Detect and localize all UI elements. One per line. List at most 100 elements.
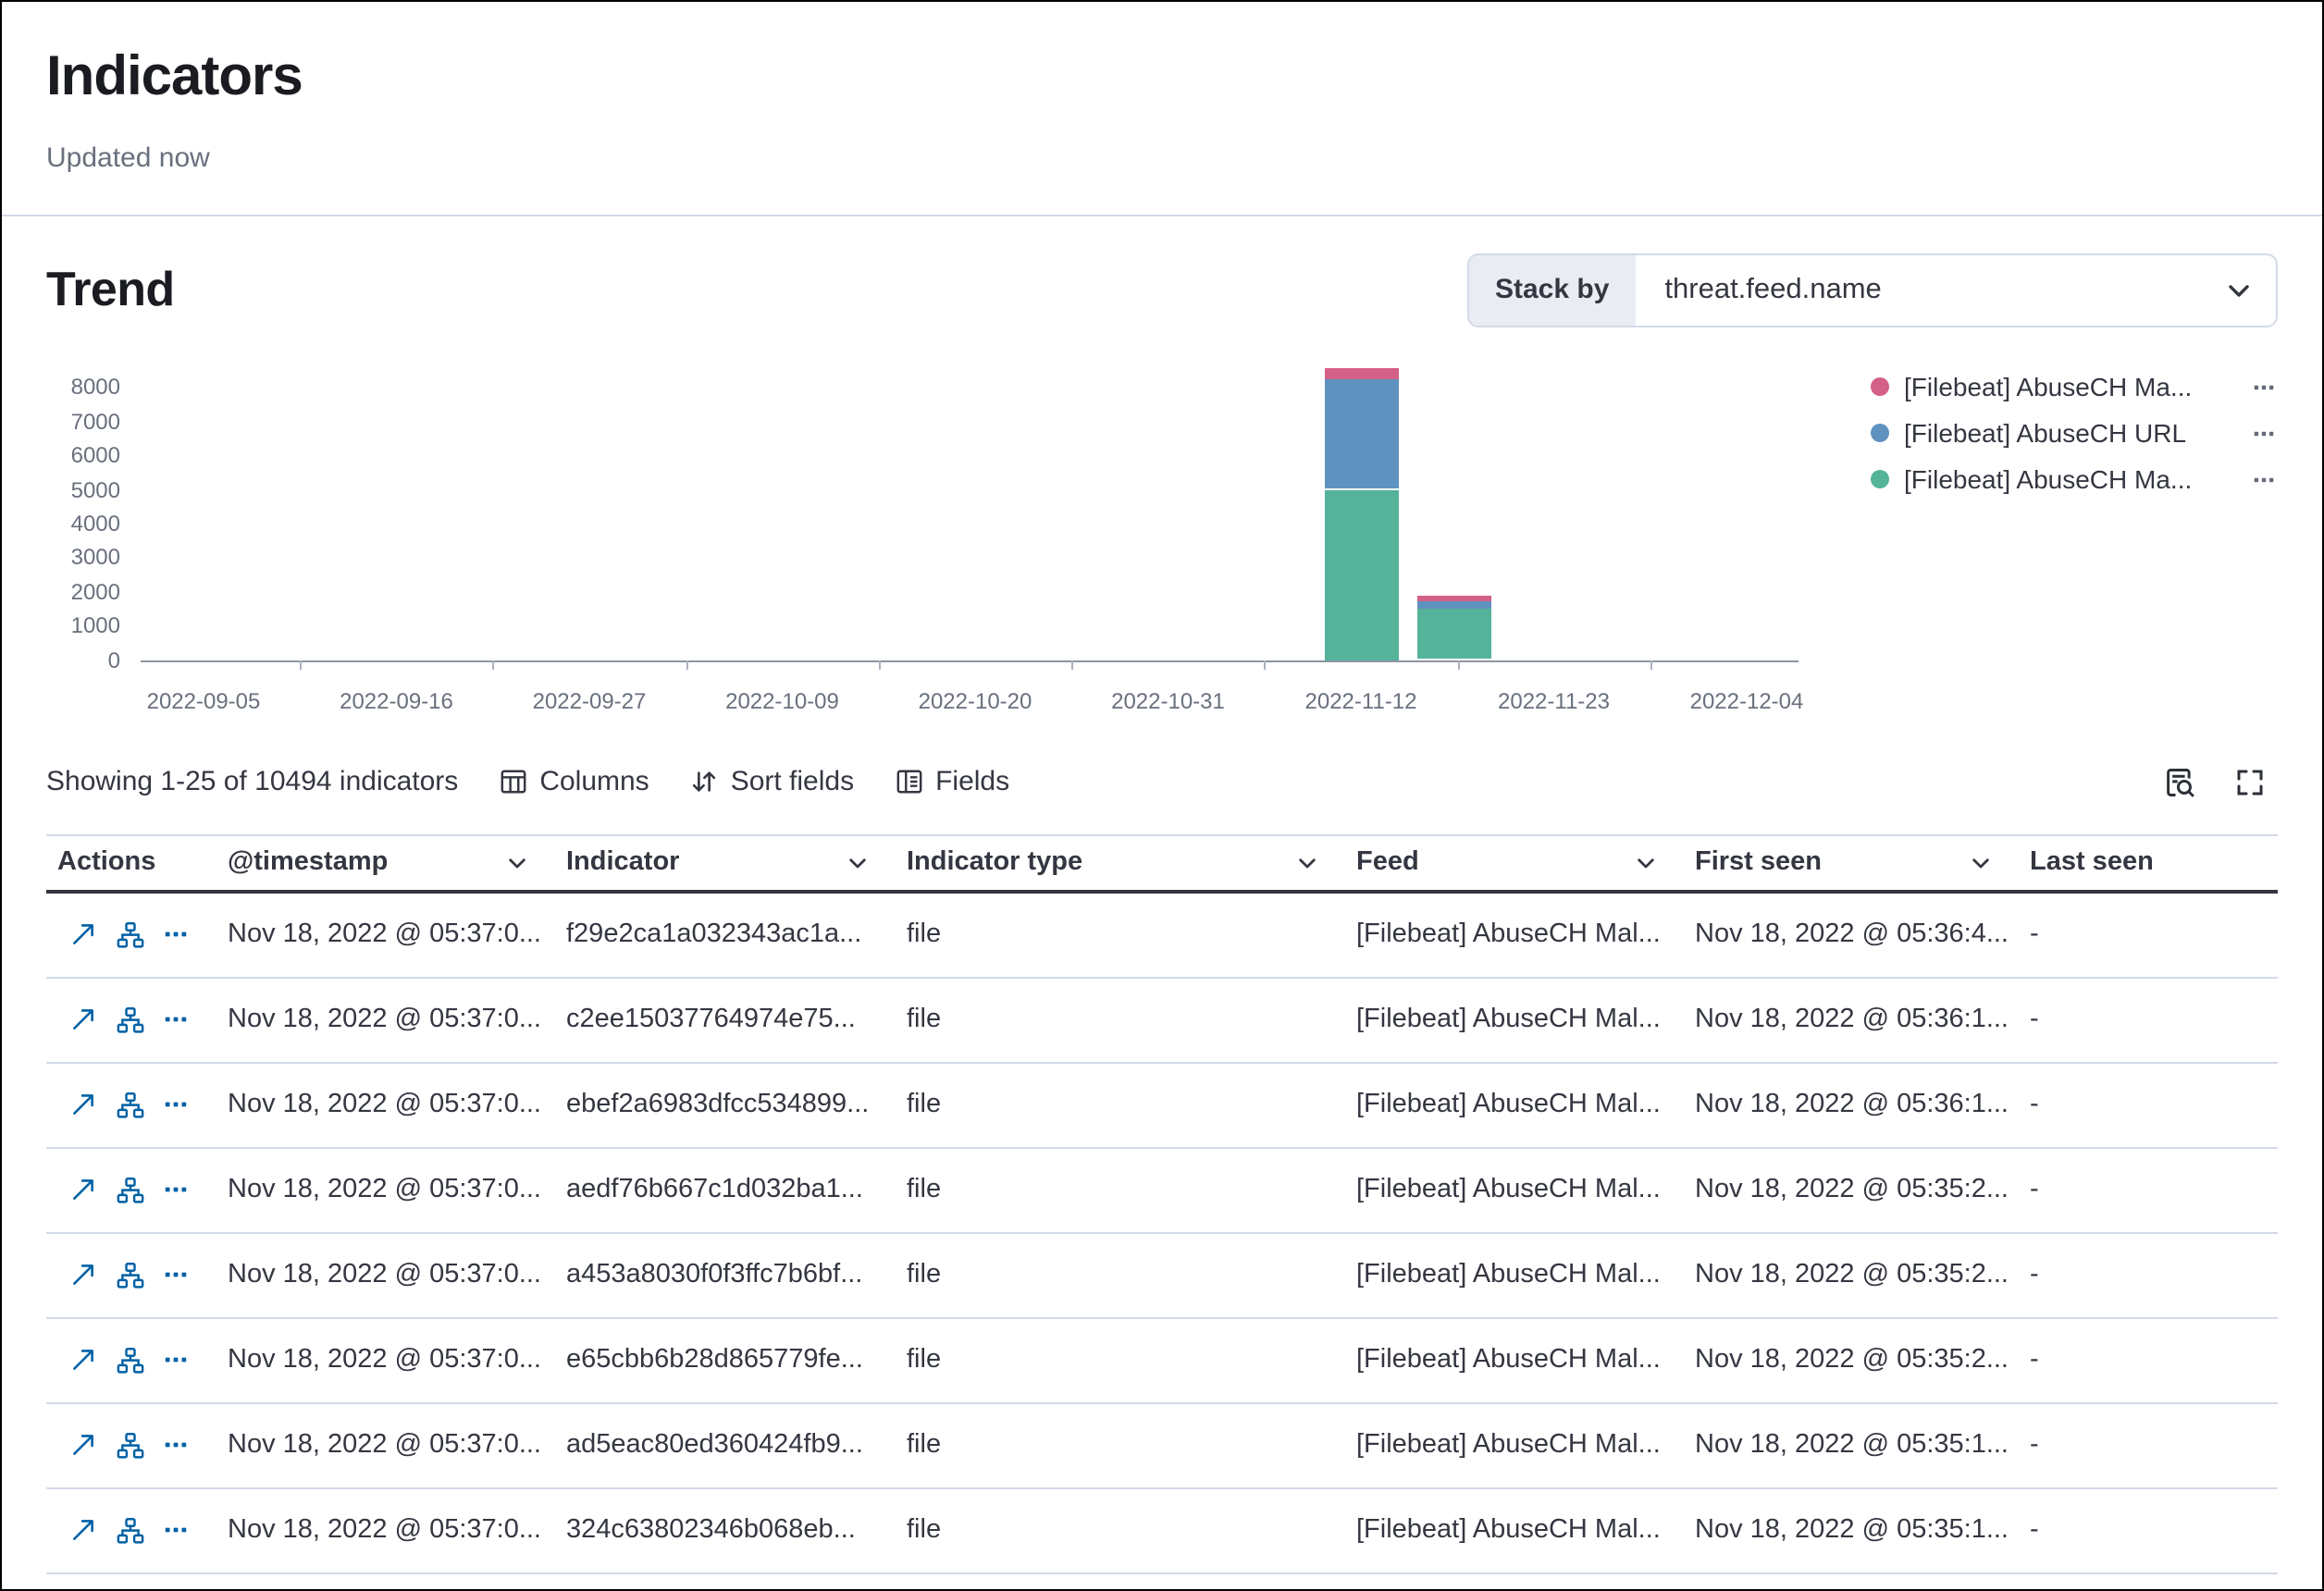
legend-item[interactable]: [Filebeat] AbuseCH Ma... (1871, 364, 2296, 410)
cell-feed[interactable]: [Filebeat] AbuseCH Mal... (1345, 919, 1684, 949)
investigate-in-timeline-button[interactable] (117, 1431, 144, 1459)
cell-first-seen[interactable]: Nov 18, 2022 @ 05:36:1... (1684, 1090, 2019, 1119)
cell-first-seen[interactable]: Nov 18, 2022 @ 05:35:2... (1684, 1175, 2019, 1204)
columns-button[interactable]: Columns (499, 766, 649, 797)
legend-item[interactable]: [Filebeat] AbuseCH Ma... (1871, 456, 2296, 502)
column-menu-chevron-icon[interactable] (846, 850, 870, 874)
cell-feed[interactable]: [Filebeat] AbuseCH Mal... (1345, 1090, 1684, 1119)
bar-segment[interactable] (1324, 368, 1398, 378)
legend-actions-button[interactable] (2254, 469, 2296, 489)
cell-feed[interactable]: [Filebeat] AbuseCH Mal... (1345, 1175, 1684, 1204)
cell-indicator[interactable]: 324c63802346b068eb... (555, 1515, 896, 1545)
cell-last-seen[interactable]: - (2019, 919, 2278, 949)
cell-indicator[interactable]: a453a8030f0f3ffc7b6bf... (555, 1260, 896, 1289)
column-header-feed[interactable]: Feed (1345, 835, 1684, 889)
bar-segment[interactable] (1324, 489, 1398, 660)
cell-last-seen[interactable]: - (2019, 1090, 2278, 1119)
inspect-button[interactable] (2152, 754, 2207, 809)
cell-timestamp[interactable]: Nov 18, 2022 @ 05:37:0... (216, 1345, 555, 1375)
column-menu-chevron-icon[interactable] (505, 850, 529, 874)
more-actions-button[interactable] (165, 1264, 187, 1286)
cell-timestamp[interactable]: Nov 18, 2022 @ 05:37:0... (216, 1005, 555, 1034)
cell-feed[interactable]: [Filebeat] AbuseCH Mal... (1345, 1260, 1684, 1289)
cell-indicator[interactable]: e65cbb6b28d865779fe... (555, 1345, 896, 1375)
cell-first-seen[interactable]: Nov 18, 2022 @ 05:35:2... (1684, 1260, 2019, 1289)
cell-last-seen[interactable]: - (2019, 1515, 2278, 1545)
more-actions-button[interactable] (165, 923, 187, 945)
cell-indicator[interactable]: aedf76b667c1d032ba1... (555, 1175, 896, 1204)
column-header-indicator[interactable]: Indicator (555, 835, 896, 889)
investigate-in-timeline-button[interactable] (117, 1516, 144, 1544)
cell-timestamp[interactable]: Nov 18, 2022 @ 05:37:0... (216, 1090, 555, 1119)
cell-last-seen[interactable]: - (2019, 1345, 2278, 1375)
cell-last-seen[interactable]: - (2019, 1260, 2278, 1289)
cell-feed[interactable]: [Filebeat] AbuseCH Mal... (1345, 1005, 1684, 1034)
cell-first-seen[interactable]: Nov 18, 2022 @ 05:36:4... (1684, 919, 2019, 949)
investigate-in-timeline-button[interactable] (117, 1091, 144, 1118)
cell-first-seen[interactable]: Nov 18, 2022 @ 05:35:1... (1684, 1515, 2019, 1545)
legend-item[interactable]: [Filebeat] AbuseCH URL (1871, 410, 2296, 456)
cell-timestamp[interactable]: Nov 18, 2022 @ 05:37:0... (216, 1515, 555, 1545)
fullscreen-button[interactable] (2222, 754, 2278, 809)
bar-segment[interactable] (1324, 378, 1398, 489)
cell-indicator-type[interactable]: file (896, 1005, 1345, 1034)
cell-timestamp[interactable]: Nov 18, 2022 @ 05:37:0... (216, 1430, 555, 1460)
bar-segment[interactable] (1416, 609, 1490, 660)
cell-indicator[interactable]: ad5eac80ed360424fb9... (555, 1430, 896, 1460)
expand-row-button[interactable] (70, 1092, 96, 1117)
cell-last-seen[interactable]: - (2019, 1175, 2278, 1204)
expand-row-button[interactable] (70, 1006, 96, 1032)
cell-indicator-type[interactable]: file (896, 1345, 1345, 1375)
cell-last-seen[interactable]: - (2019, 1430, 2278, 1460)
fields-button[interactable]: Fields (895, 766, 1009, 797)
bar-segment[interactable] (1416, 601, 1490, 608)
more-actions-button[interactable] (165, 1434, 187, 1456)
cell-indicator-type[interactable]: file (896, 919, 1345, 949)
expand-row-button[interactable] (70, 1177, 96, 1202)
cell-indicator-type[interactable]: file (896, 1090, 1345, 1119)
cell-first-seen[interactable]: Nov 18, 2022 @ 05:36:1... (1684, 1005, 2019, 1034)
bar-segment[interactable] (1416, 595, 1490, 601)
sort-fields-button[interactable]: Sort fields (690, 766, 854, 797)
stack-by-select[interactable]: threat.feed.name (1635, 254, 2276, 325)
expand-row-button[interactable] (70, 1262, 96, 1288)
expand-row-button[interactable] (70, 1517, 96, 1543)
cell-first-seen[interactable]: Nov 18, 2022 @ 05:35:1... (1684, 1430, 2019, 1460)
cell-indicator-type[interactable]: file (896, 1515, 1345, 1545)
cell-indicator[interactable]: f29e2ca1a032343ac1a... (555, 919, 896, 949)
more-actions-button[interactable] (165, 1093, 187, 1116)
investigate-in-timeline-button[interactable] (117, 1261, 144, 1289)
more-actions-button[interactable] (165, 1349, 187, 1371)
legend-actions-button[interactable] (2254, 376, 2296, 397)
legend-actions-button[interactable] (2254, 423, 2296, 443)
expand-row-button[interactable] (70, 921, 96, 947)
expand-row-button[interactable] (70, 1432, 96, 1458)
cell-timestamp[interactable]: Nov 18, 2022 @ 05:37:0... (216, 1260, 555, 1289)
investigate-in-timeline-button[interactable] (117, 1176, 144, 1203)
cell-first-seen[interactable]: Nov 18, 2022 @ 05:35:2... (1684, 1345, 2019, 1375)
cell-indicator-type[interactable]: file (896, 1430, 1345, 1460)
column-menu-chevron-icon[interactable] (1295, 850, 1319, 874)
cell-indicator[interactable]: c2ee15037764974e75... (555, 1005, 896, 1034)
cell-feed[interactable]: [Filebeat] AbuseCH Mal... (1345, 1515, 1684, 1545)
cell-feed[interactable]: [Filebeat] AbuseCH Mal... (1345, 1345, 1684, 1375)
column-header-first-seen[interactable]: First seen (1684, 835, 2019, 889)
cell-indicator[interactable]: ebef2a6983dfcc534899... (555, 1090, 896, 1119)
more-actions-button[interactable] (165, 1008, 187, 1030)
cell-indicator-type[interactable]: file (896, 1260, 1345, 1289)
investigate-in-timeline-button[interactable] (117, 1005, 144, 1033)
cell-indicator-type[interactable]: file (896, 1175, 1345, 1204)
investigate-in-timeline-button[interactable] (117, 1346, 144, 1374)
column-menu-chevron-icon[interactable] (1969, 850, 1993, 874)
cell-last-seen[interactable]: - (2019, 1005, 2278, 1034)
cell-timestamp[interactable]: Nov 18, 2022 @ 05:37:0... (216, 1175, 555, 1204)
cell-timestamp[interactable]: Nov 18, 2022 @ 05:37:0... (216, 919, 555, 949)
column-header-timestamp[interactable]: @timestamp (216, 835, 555, 889)
more-actions-button[interactable] (165, 1519, 187, 1541)
column-menu-chevron-icon[interactable] (1634, 850, 1658, 874)
more-actions-button[interactable] (165, 1178, 187, 1201)
cell-feed[interactable]: [Filebeat] AbuseCH Mal... (1345, 1430, 1684, 1460)
investigate-in-timeline-button[interactable] (117, 920, 144, 948)
expand-row-button[interactable] (70, 1347, 96, 1373)
column-header-indicator-type[interactable]: Indicator type (896, 835, 1345, 889)
